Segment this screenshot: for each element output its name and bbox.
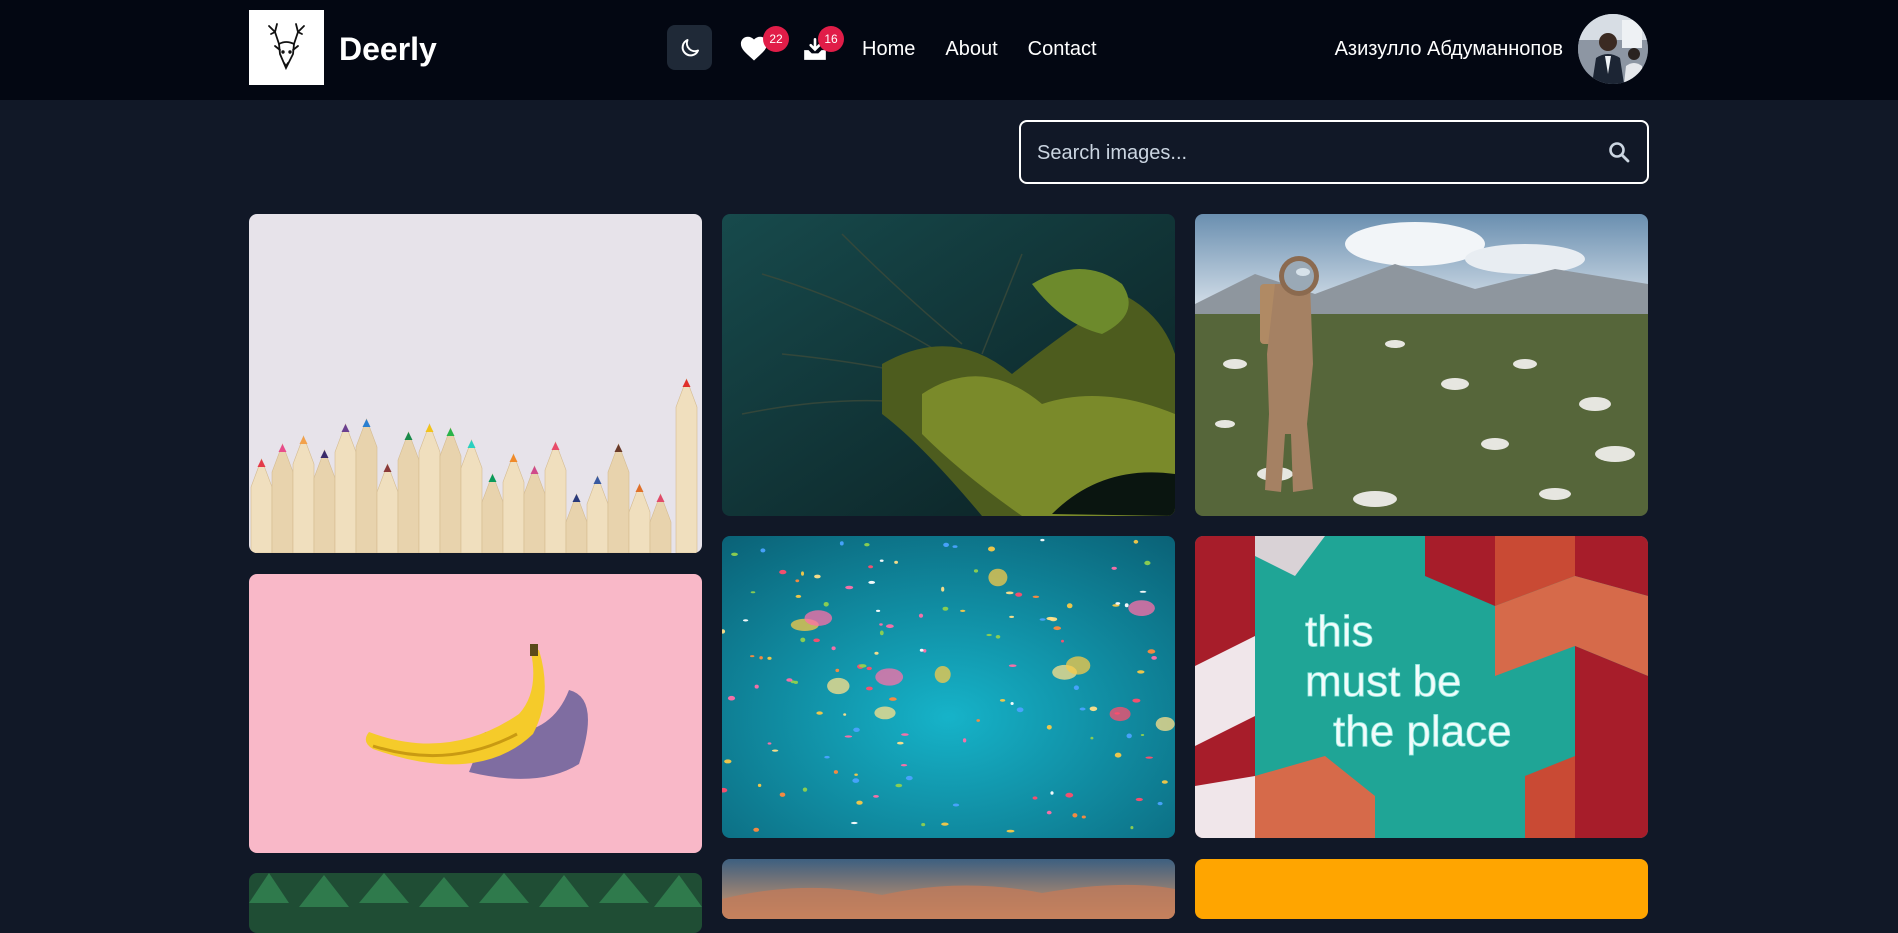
pencils-photo <box>249 214 702 553</box>
astronaut-photo <box>1195 214 1648 516</box>
moon-icon <box>681 38 699 56</box>
gallery-image-plants-water[interactable] <box>722 214 1175 516</box>
favorites-count-badge: 22 <box>763 26 789 52</box>
search-box <box>1019 120 1649 184</box>
gallery-image-forest[interactable] <box>249 873 702 933</box>
gallery-image-sunset[interactable] <box>722 859 1175 919</box>
banana-photo <box>249 574 702 853</box>
user-avatar[interactable] <box>1578 14 1648 84</box>
user-name[interactable]: Азизулло Абдуманнопов <box>1335 36 1563 62</box>
svg-text:must be: must be <box>1305 657 1462 706</box>
forest-photo <box>249 873 702 933</box>
plants-water-photo <box>722 214 1175 516</box>
neon-sign-photo: this must be the place <box>1195 536 1648 838</box>
downloads-button[interactable]: 16 <box>802 26 844 65</box>
gallery-image-astronaut[interactable] <box>1195 214 1648 516</box>
theme-toggle-button[interactable] <box>667 25 712 70</box>
navbar: Deerly 22 16 Home About Contact Азизулло… <box>0 0 1898 100</box>
nav-contact-link[interactable]: Contact <box>1028 36 1097 62</box>
gallery-image-confetti[interactable] <box>722 536 1175 838</box>
svg-text:this: this <box>1305 607 1373 656</box>
main-nav: Home About Contact <box>862 36 1097 62</box>
brand-name[interactable]: Deerly <box>339 30 437 68</box>
gallery-image-pencils[interactable] <box>249 214 702 553</box>
downloads-count-badge: 16 <box>818 26 844 52</box>
avatar-photo <box>1578 14 1648 84</box>
search-icon[interactable] <box>1607 140 1631 164</box>
search-input[interactable] <box>1035 122 1599 184</box>
confetti-photo <box>722 536 1175 838</box>
nav-about-link[interactable]: About <box>945 36 997 62</box>
deer-head-icon <box>268 23 305 71</box>
logo[interactable] <box>249 10 324 85</box>
gallery-image-neon-sign[interactable]: this must be the place <box>1195 536 1648 838</box>
gallery-image-orange[interactable] <box>1195 859 1648 919</box>
nav-home-link[interactable]: Home <box>862 36 915 62</box>
favorites-button[interactable]: 22 <box>739 26 789 65</box>
gallery-image-banana[interactable] <box>249 574 702 853</box>
sunset-photo <box>722 859 1175 919</box>
orange-photo <box>1195 859 1648 919</box>
svg-text:the place: the place <box>1333 707 1512 756</box>
